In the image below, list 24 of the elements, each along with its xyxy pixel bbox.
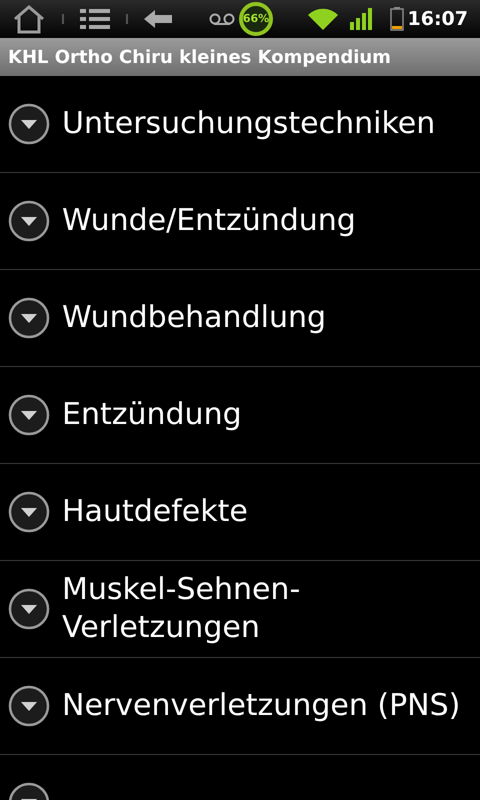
battery-icon bbox=[390, 7, 404, 31]
menu-icon[interactable] bbox=[80, 7, 110, 31]
section-row[interactable]: Entzündung bbox=[0, 367, 480, 464]
section-label: Entzündung bbox=[62, 396, 242, 434]
section-row[interactable]: Wunde/Entzündung bbox=[0, 173, 480, 270]
back-icon[interactable] bbox=[144, 9, 172, 29]
section-label: Wunde/Entzündung bbox=[62, 202, 356, 240]
section-label: Nervenverletzungen (PNS) bbox=[62, 687, 460, 725]
section-row[interactable]: Wundbehandlung bbox=[0, 270, 480, 367]
section-label: Wundbehandlung bbox=[62, 299, 326, 337]
section-row[interactable]: Muskel-Sehnen-Verletzungen bbox=[0, 561, 480, 658]
clock: 16:07 bbox=[408, 6, 468, 32]
home-icon[interactable] bbox=[12, 4, 46, 34]
section-row[interactable]: Untersuchungstechniken bbox=[0, 76, 480, 173]
app-title: KHL Ortho Chiru kleines Kompendium bbox=[8, 46, 391, 70]
section-label: Untersuchungstechniken bbox=[62, 105, 436, 143]
section-label: Hautdefekte bbox=[62, 493, 248, 531]
section-row[interactable]: Hautdefekte bbox=[0, 464, 480, 561]
signal-icon bbox=[350, 8, 374, 30]
wifi-icon bbox=[308, 8, 338, 30]
section-row[interactable]: Nervenverletzungen (PNS) bbox=[0, 658, 480, 755]
battery-gauge: 66% bbox=[239, 2, 273, 36]
section-label: Muskel-Sehnen-Verletzungen bbox=[62, 571, 302, 647]
voicemail-icon bbox=[209, 13, 235, 25]
